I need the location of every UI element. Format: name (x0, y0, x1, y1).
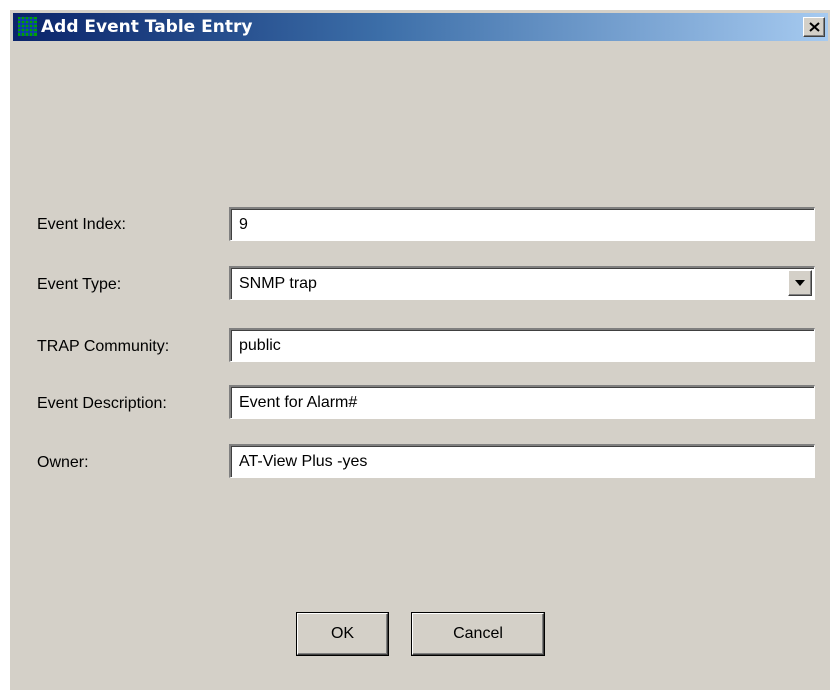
trap-community-label: TRAP Community: (37, 338, 170, 355)
event-type-dropdown-button[interactable] (788, 270, 812, 296)
add-event-dialog: Add Event Table Entry Event Index: 9 Eve… (9, 9, 830, 690)
trap-community-field[interactable]: public (229, 328, 815, 362)
cancel-button[interactable]: Cancel (412, 613, 544, 655)
owner-field[interactable]: AT-View Plus -yes (229, 444, 815, 478)
close-icon (809, 22, 820, 32)
owner-label: Owner: (37, 454, 89, 471)
close-button[interactable] (803, 17, 825, 37)
title-bar[interactable]: Add Event Table Entry (13, 13, 828, 41)
event-description-label: Event Description: (37, 395, 167, 412)
chevron-down-icon (795, 280, 805, 286)
event-index-field[interactable]: 9 (229, 207, 815, 241)
event-description-field[interactable]: Event for Alarm# (229, 385, 815, 419)
grid-app-icon (18, 17, 37, 36)
event-index-label: Event Index: (37, 216, 126, 233)
event-type-value: SNMP trap (239, 275, 317, 292)
window-title: Add Event Table Entry (41, 17, 253, 37)
event-type-label: Event Type: (37, 276, 122, 293)
event-type-combo[interactable]: SNMP trap (229, 266, 815, 300)
ok-button[interactable]: OK (297, 613, 388, 655)
